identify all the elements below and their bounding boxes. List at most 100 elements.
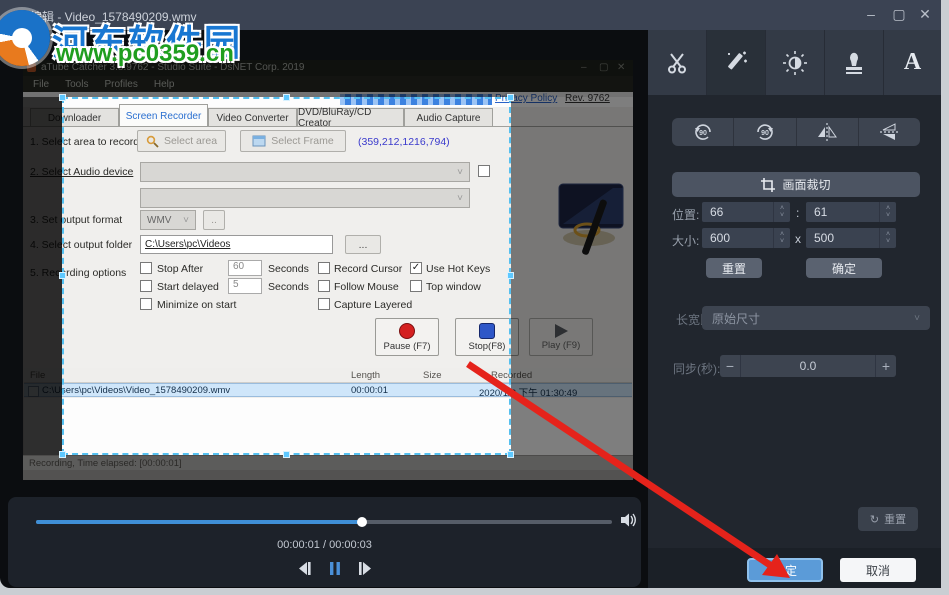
crop-width-input[interactable]: 600 ˄ ˅ [702,228,790,248]
tab-dvd-creator: DVD/BluRay/CD Creator [297,107,404,129]
output-folder-field: C:\Users\pc\Videos [140,235,333,254]
crop-handle-ne[interactable] [507,94,514,101]
crop-handle-n[interactable] [283,94,290,101]
flip-vertical-icon [880,123,899,140]
audio-device-dropdown-2: ˅ [140,188,470,208]
size-separator: x [795,232,801,246]
crop-handle-sw[interactable] [59,451,66,458]
crop-handle-s[interactable] [283,451,290,458]
aspect-ratio-dropdown[interactable]: 原始尺寸 ˅ [702,306,930,330]
audio-checkbox [478,165,490,177]
crop-handle-w[interactable] [59,272,66,279]
spinner-icon[interactable]: ˄ ˅ [879,228,896,248]
rotate-flip-toolbar: 90 90 [672,118,920,146]
select-area-label: Select area [163,135,218,147]
tab-text[interactable]: A [884,30,941,95]
record-cursor-label: Record Cursor [334,263,403,275]
crop-height-value: 500 [814,231,835,245]
close-button[interactable]: ✕ [914,6,936,23]
spinner-icon[interactable]: ˄ ˅ [773,202,790,222]
rotate-right-button[interactable]: 90 [734,118,797,146]
crop-y-value: 61 [814,205,828,219]
screenshot-root: 编辑 - Video_1578490209.wmv – ▢ ✕ aTube Ca… [0,0,949,595]
tab-video-converter: Video Converter [208,108,297,127]
ok-button[interactable]: 确定 [747,558,823,582]
tab-watermark[interactable] [825,30,884,95]
tab-trim[interactable] [648,30,707,95]
minimize-on-start-checkbox [140,298,152,310]
tab-effects[interactable] [707,30,766,95]
chevron-down-icon: ˅ [457,166,463,178]
stop-record-label: Stop(F8) [468,340,506,352]
record-cursor-checkbox [318,262,330,274]
record-area-coords: (359,212,1216,794) [358,136,450,148]
spinner-icon[interactable]: ˄ ˅ [879,202,896,222]
top-window-label: Top window [426,281,481,293]
crop-dim-left [23,97,62,455]
file-length: 00:00:01 [351,385,388,396]
crop-apply-button[interactable]: 确定 [806,258,882,278]
audio-device-dropdown: ˅ [140,162,470,182]
reset-all-button[interactable]: ↻ 重置 [858,507,918,531]
previous-frame-button[interactable] [296,561,313,576]
volume-icon[interactable] [620,512,638,528]
crop-handle-se[interactable] [507,451,514,458]
next-frame-button[interactable] [357,561,374,576]
time-display: 00:00:01 / 00:00:03 [277,539,372,551]
select-frame-button: Select Frame [240,130,346,152]
crop-handle-nw[interactable] [59,94,66,101]
use-hot-keys-checkbox: ✓ [410,262,422,274]
start-delayed-checkbox [140,280,152,292]
crop-handle-e[interactable] [507,272,514,279]
maximize-button[interactable]: ▢ [888,6,910,23]
start-delayed-label: Start delayed [157,281,219,293]
cancel-button[interactable]: 取消 [840,558,916,582]
sync-plus-button[interactable]: + [875,355,896,377]
file-path: C:\Users\pc\Videos\Video_1578490209.wmv [42,385,231,396]
scissors-icon [668,52,686,73]
stamp-icon [846,52,862,74]
spinner-icon[interactable]: ˄ ˅ [773,228,790,248]
sync-minus-button[interactable]: − [720,355,741,377]
crop-section-button[interactable]: 画面裁切 [672,172,920,197]
start-delayed-value: 5 [228,278,262,294]
capture-layered-checkbox [318,298,330,310]
tab-brightness[interactable] [766,30,825,95]
pause-button[interactable] [329,561,341,576]
follow-mouse-label: Follow Mouse [334,281,399,293]
rotate-ccw-icon: 90 [694,124,711,140]
flip-horizontal-button[interactable] [797,118,859,146]
aspect-ratio-value: 原始尺寸 [712,311,761,326]
select-frame-label: Select Frame [271,135,334,147]
rotate-left-button[interactable]: 90 [672,118,735,146]
use-hot-keys-label: Use Hot Keys [426,263,491,275]
chevron-down-icon: ˅ [457,192,463,204]
format-browse-button: .. [203,210,225,230]
output-format-dropdown: WMV ˅ [140,210,196,230]
crop-x-value: 66 [710,205,724,219]
flip-vertical-button[interactable] [859,118,920,146]
col-length: Length [351,370,381,381]
top-window-checkbox [410,280,422,292]
progress-knob[interactable] [357,517,367,527]
frame-icon [252,135,266,147]
col-size: Size [423,370,442,381]
start-delayed-unit: Seconds [268,281,309,293]
crop-y-input[interactable]: 61 ˄ ˅ [806,202,896,222]
stop-record-button: Stop(F8) [455,318,519,356]
position-separator: : [796,206,800,220]
position-label: 位置: [672,208,700,222]
crop-width-value: 600 [710,231,731,245]
minimize-button[interactable]: – [860,6,882,22]
record-pause-icon [399,322,415,339]
sync-value: 0.0 [799,359,817,373]
crop-section-label: 画面裁切 [782,178,831,192]
crop-reset-button[interactable]: 重置 [706,258,762,278]
crop-x-input[interactable]: 66 ˄ ˅ [702,202,790,222]
site-logo-icon [0,10,50,66]
select-area-button: Select area [137,130,226,152]
capture-layered-label: Capture Layered [334,299,413,311]
progress-track[interactable] [36,517,612,527]
crop-height-input[interactable]: 500 ˄ ˅ [806,228,896,248]
svg-text:90: 90 [761,130,769,137]
